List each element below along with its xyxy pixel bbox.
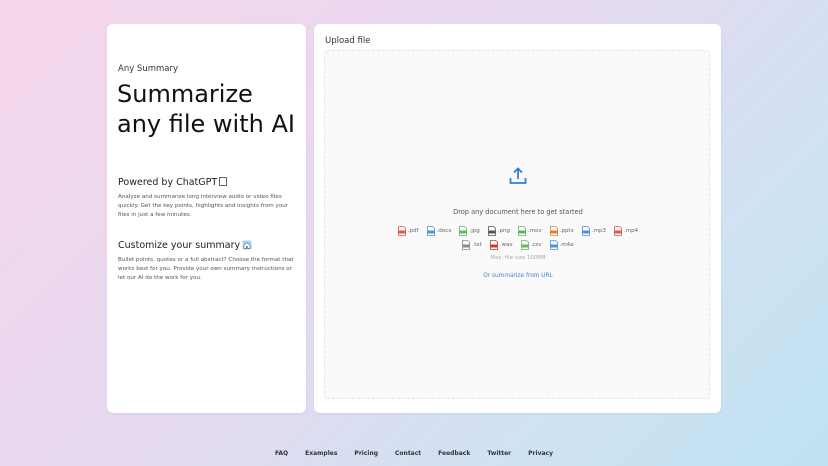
customize-heading: Customize your summary: [118, 240, 252, 251]
footer-link-pricing[interactable]: Pricing: [354, 450, 378, 457]
file-types-row-1: .pdf .docx .jpg .png .mov .pptx .mp3 .mp4: [325, 226, 711, 236]
file-icon: [487, 226, 496, 236]
footer-link-faq[interactable]: FAQ: [275, 450, 288, 457]
file-icon: [398, 226, 406, 236]
brand-label: Any Summary: [118, 64, 179, 74]
powered-by-heading: Powered by ChatGPT: [118, 177, 228, 188]
upload-icon[interactable]: [508, 166, 528, 186]
upload-title: Upload file: [325, 36, 371, 46]
powered-by-description: Analyze and summarize long interview aud…: [118, 194, 289, 218]
file-type-item: .m4a: [549, 240, 574, 250]
file-dropzone[interactable]: Drop any document here to get started .p…: [324, 50, 710, 399]
footer-link-contact[interactable]: Contact: [395, 450, 421, 457]
footer-link-privacy[interactable]: Privacy: [528, 450, 553, 457]
file-type-item: .mov: [518, 226, 542, 236]
file-icon: [459, 226, 468, 236]
house-icon: [242, 240, 252, 250]
file-type-item: .jpg: [459, 226, 480, 236]
file-type-label: .csv: [530, 242, 542, 248]
file-type-label: .mov: [527, 228, 542, 234]
page-title: Summarize any file with AI: [117, 80, 295, 138]
file-type-item: .csv: [520, 240, 542, 250]
drop-instructions: Drop any document here to get started: [453, 208, 583, 216]
file-type-item: .pptx: [549, 226, 574, 236]
file-icon: [549, 240, 558, 250]
file-types-row-2: .txt .wav .csv .m4a: [325, 240, 711, 250]
file-type-label: .docx: [436, 228, 452, 234]
file-type-label: .mp3: [591, 228, 606, 234]
footer-link-twitter[interactable]: Twitter: [487, 450, 511, 457]
powered-by-title: Powered by ChatGPT: [118, 177, 218, 188]
file-icon: [614, 226, 622, 236]
file-type-label: .wav: [499, 242, 513, 248]
file-icon: [549, 226, 558, 236]
file-icon: [489, 240, 498, 250]
file-type-item: .mp3: [581, 226, 606, 236]
file-type-label: .txt: [472, 242, 482, 248]
customize-title: Customize your summary: [118, 240, 241, 251]
file-icon: [581, 226, 590, 236]
file-icon: [520, 240, 529, 250]
file-type-item: .pdf: [398, 226, 419, 236]
file-type-label: .m4a: [559, 242, 574, 248]
file-type-label: .mp4: [623, 228, 639, 234]
file-type-label: .png: [497, 228, 510, 234]
file-type-item: .mp4: [614, 226, 638, 236]
file-type-label: .jpg: [469, 228, 480, 234]
footer-link-feedback[interactable]: Feedback: [438, 450, 470, 457]
upload-panel: Upload file Drop any document here to ge…: [314, 24, 721, 413]
intro-panel: Any Summary Summarize any file with AI P…: [107, 24, 306, 413]
file-type-label: .pdf: [407, 228, 419, 234]
footer-link-examples[interactable]: Examples: [305, 450, 337, 457]
footer-nav: FAQ Examples Pricing Contact Feedback Twitter…: [0, 450, 828, 457]
summarize-from-url-link[interactable]: Or summarize from URL: [325, 273, 711, 279]
file-icon: [518, 226, 526, 236]
file-type-label: .pptx: [559, 228, 574, 234]
file-type-item: .png: [487, 226, 510, 236]
max-file-size: Max. file size 100MB: [490, 255, 546, 261]
file-type-item: .txt: [462, 240, 482, 250]
file-icon: [426, 226, 435, 236]
customize-description: Bullet points, quotes or a full abstract…: [118, 257, 294, 281]
file-type-item: .wav: [489, 240, 513, 250]
file-icon: [462, 240, 471, 250]
file-type-item: .docx: [426, 226, 452, 236]
missing-glyph-icon: [219, 177, 228, 186]
